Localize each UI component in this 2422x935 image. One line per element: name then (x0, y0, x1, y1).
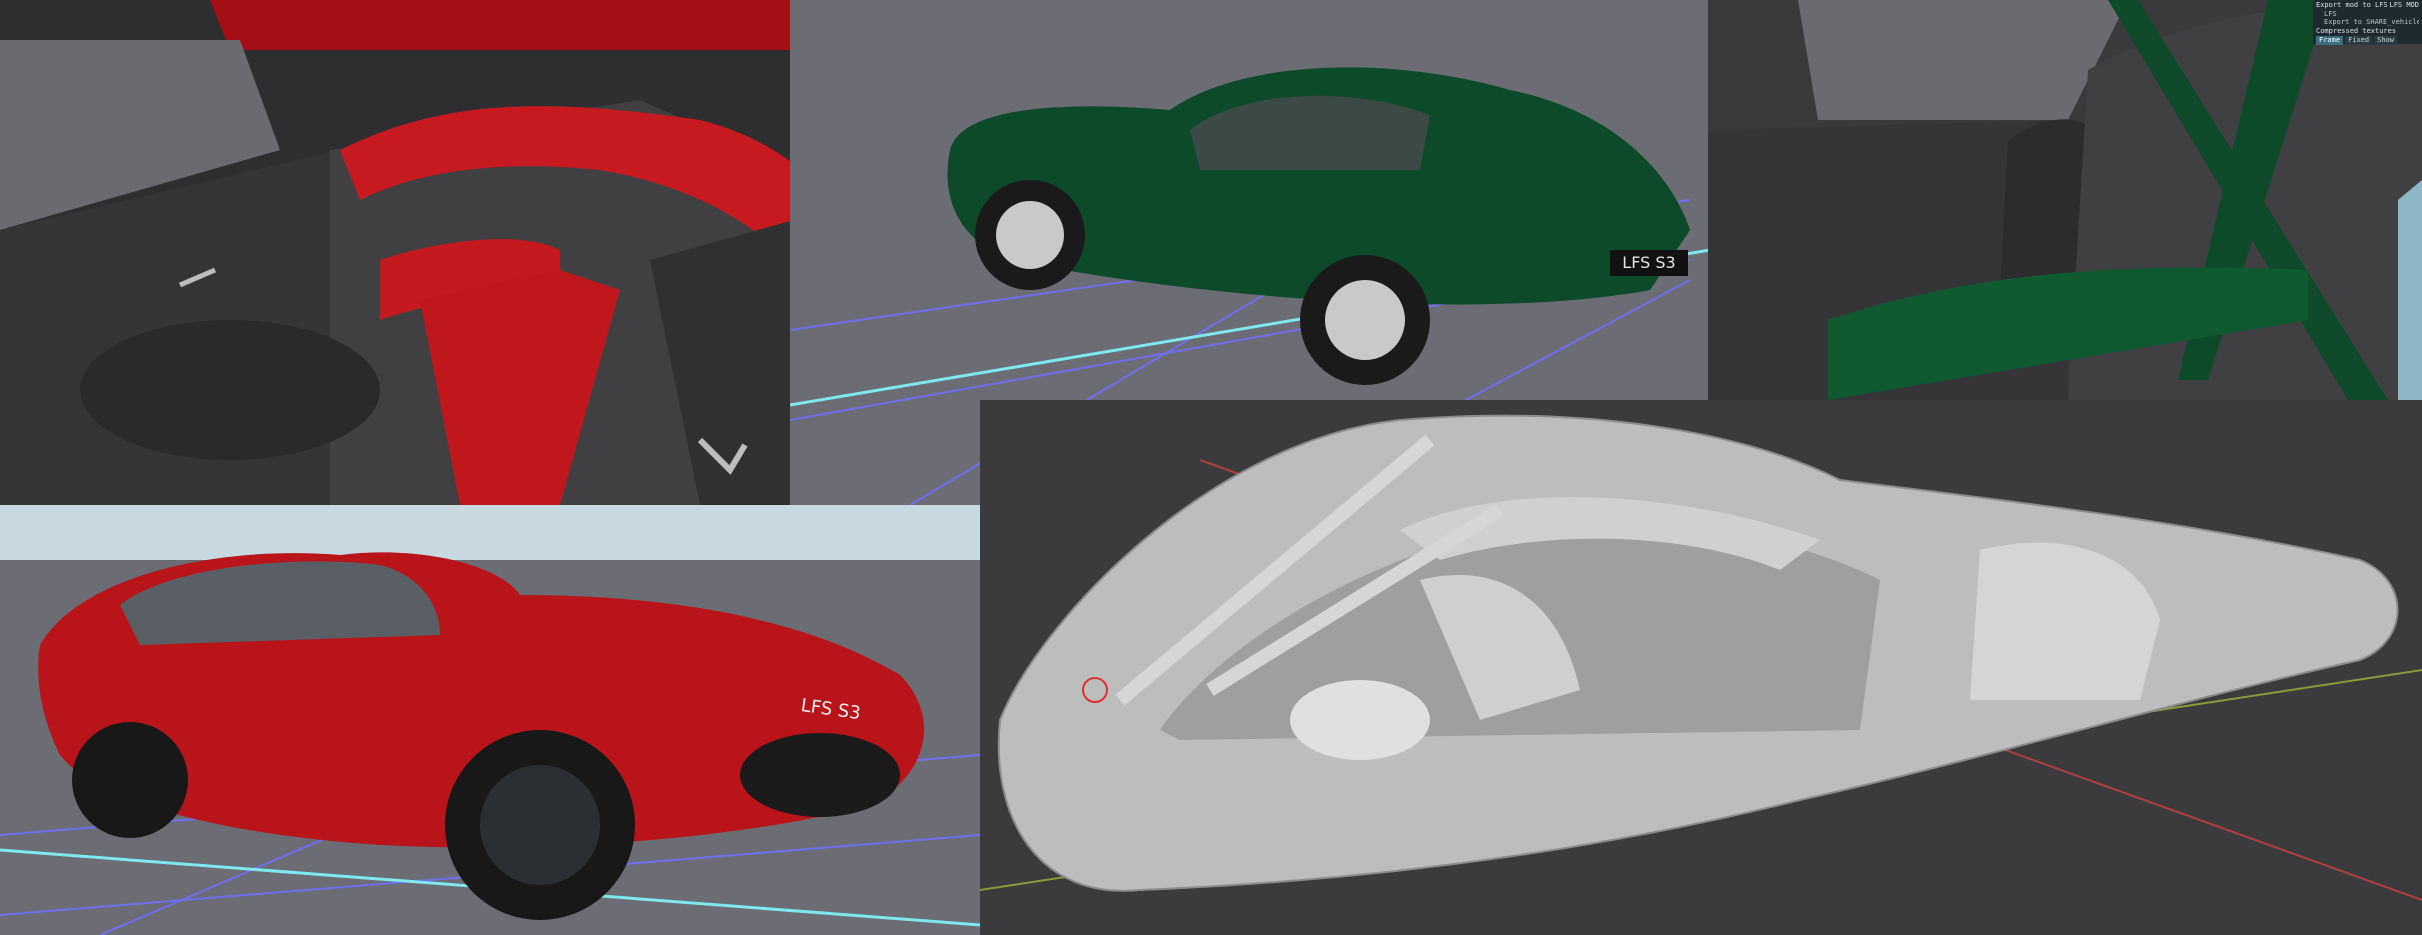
sky-strip (0, 505, 980, 560)
render-collage: LFS S3 LFS S3 Export mod to LFS LFS MOD … (0, 0, 2422, 935)
tab-fixed[interactable]: Fixed (2345, 36, 2373, 45)
export-panel: Export mod to LFS LFS MOD LFS Export to … (2313, 0, 2422, 45)
red-rear-wheel (72, 722, 188, 838)
export-mod-row[interactable]: Export mod to LFS LFS MOD (2316, 1, 2419, 10)
panel-green-interior (1708, 0, 2422, 400)
roof-panel (210, 0, 820, 50)
tab-frame[interactable]: Frame (2316, 36, 2344, 45)
tab-show[interactable]: Show (2374, 36, 2398, 45)
seat-cushion (80, 320, 380, 460)
green-interior-scene (1708, 0, 2422, 400)
export-target-label: LFS (2324, 9, 2337, 18)
panel-red-exterior: LFS S3 (0, 505, 980, 935)
red-exterior-scene: LFS S3 (0, 505, 980, 935)
grille (740, 733, 900, 817)
export-share-option[interactable]: Export to SHARE_vehicle (2316, 18, 2419, 27)
green-plate-text: LFS S3 (1622, 253, 1675, 272)
compressed-textures-option[interactable]: Compressed textures (2316, 27, 2419, 36)
panel-mesh-editor (980, 400, 2422, 935)
view-tabs: Frame Fixed Show (2316, 36, 2419, 45)
mesh-editor-scene (980, 400, 2422, 935)
